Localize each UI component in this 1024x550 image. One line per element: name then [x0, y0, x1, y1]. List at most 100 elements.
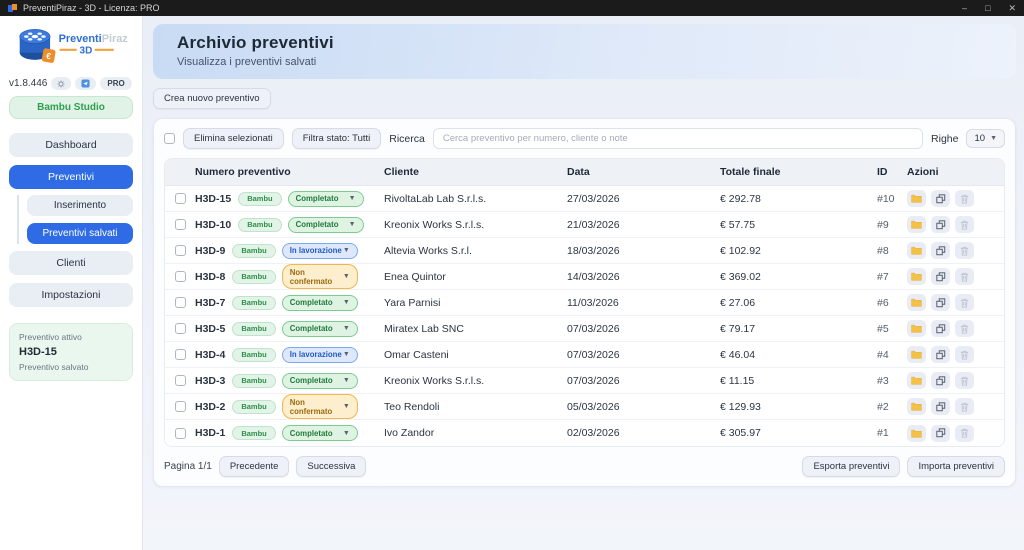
delete-button[interactable] [955, 268, 974, 285]
status-label: In lavorazione [290, 246, 342, 255]
row-checkbox[interactable] [175, 297, 186, 308]
quote-number: H3D-15 [195, 193, 231, 205]
status-select[interactable]: Non confermato ▼ [282, 264, 358, 289]
delete-button[interactable] [955, 216, 974, 233]
sidebar-item-inserimento[interactable]: Inserimento [27, 195, 133, 216]
delete-button[interactable] [955, 346, 974, 363]
rows-per-page-select[interactable]: 10 ▼ [966, 129, 1005, 148]
open-folder-button[interactable] [907, 425, 926, 442]
status-select[interactable]: In lavorazione ▼ [282, 347, 358, 363]
next-page-button[interactable]: Successiva [296, 456, 366, 477]
delete-selected-button[interactable]: Elimina selezionati [183, 128, 284, 149]
delete-button[interactable] [955, 190, 974, 207]
table-row: H3D-1 Bambu Completato ▼ Ivo Zandor 02/0… [165, 420, 1004, 446]
status-select[interactable]: Completato ▼ [282, 373, 358, 389]
close-icon[interactable]: ✕ [1008, 3, 1016, 14]
folder-icon [911, 324, 922, 333]
open-folder-button[interactable] [907, 268, 926, 285]
open-folder-button[interactable] [907, 294, 926, 311]
delete-button[interactable] [955, 398, 974, 415]
total-cell: € 369.02 [720, 271, 877, 283]
page-title: Archivio preventivi [177, 33, 992, 53]
status-select[interactable]: Completato ▼ [282, 321, 358, 337]
search-input[interactable] [433, 128, 923, 149]
copy-icon [936, 194, 946, 204]
client-cell: Yara Parnisi [384, 297, 567, 309]
maximize-icon[interactable]: □ [985, 3, 990, 14]
duplicate-button[interactable] [931, 398, 950, 415]
status-select[interactable]: Non confermato ▼ [282, 394, 358, 419]
minimize-icon[interactable]: – [962, 3, 967, 14]
open-folder-button[interactable] [907, 372, 926, 389]
telegram-app-button[interactable] [75, 77, 96, 90]
sidebar-item-preventivi-salvati[interactable]: Preventivi salvati [27, 223, 133, 244]
export-quotes-button[interactable]: Esporta preventivi [802, 456, 900, 477]
client-cell: Ivo Zandor [384, 427, 567, 439]
sidebar-item-dashboard[interactable]: Dashboard [9, 133, 133, 157]
delete-button[interactable] [955, 372, 974, 389]
duplicate-button[interactable] [931, 216, 950, 233]
quote-number: H3D-9 [195, 245, 225, 257]
duplicate-button[interactable] [931, 294, 950, 311]
sidebar-item-clienti[interactable]: Clienti [9, 251, 133, 275]
row-checkbox[interactable] [175, 428, 186, 439]
bambu-studio-button[interactable]: Bambu Studio [9, 96, 133, 119]
trash-icon [960, 402, 969, 412]
open-folder-button[interactable] [907, 190, 926, 207]
total-cell: € 102.92 [720, 245, 877, 257]
sidebar-item-preventivi[interactable]: Preventivi [9, 165, 133, 189]
row-checkbox[interactable] [175, 375, 186, 386]
archive-card: Elimina selezionati Filtra stato: Tutti … [153, 118, 1016, 487]
sidebar-item-impostazioni[interactable]: Impostazioni [9, 283, 133, 307]
duplicate-button[interactable] [931, 372, 950, 389]
printer-badge: Bambu [232, 270, 275, 284]
row-checkbox[interactable] [175, 193, 186, 204]
total-cell: € 129.93 [720, 401, 877, 413]
settings-gear-button[interactable] [51, 77, 71, 90]
open-folder-button[interactable] [907, 398, 926, 415]
duplicate-button[interactable] [931, 268, 950, 285]
status-select[interactable]: Completato ▼ [288, 217, 364, 233]
id-cell: #9 [877, 219, 907, 231]
status-select[interactable]: Completato ▼ [282, 295, 358, 311]
total-cell: € 292.78 [720, 193, 877, 205]
row-checkbox[interactable] [175, 401, 186, 412]
duplicate-button[interactable] [931, 242, 950, 259]
id-cell: #7 [877, 271, 907, 283]
delete-button[interactable] [955, 320, 974, 337]
import-quotes-button[interactable]: Importa preventivi [907, 456, 1005, 477]
open-folder-button[interactable] [907, 216, 926, 233]
printer-badge: Bambu [232, 400, 275, 414]
duplicate-button[interactable] [931, 346, 950, 363]
create-quote-button[interactable]: Crea nuovo preventivo [153, 88, 271, 109]
row-checkbox[interactable] [175, 271, 186, 282]
row-checkbox[interactable] [175, 349, 186, 360]
date-cell: 27/03/2026 [567, 193, 720, 205]
status-select[interactable]: Completato ▼ [282, 425, 358, 441]
duplicate-button[interactable] [931, 190, 950, 207]
open-folder-button[interactable] [907, 242, 926, 259]
delete-button[interactable] [955, 242, 974, 259]
filter-status-button[interactable]: Filtra stato: Tutti [292, 128, 382, 149]
active-quote-number: H3D-15 [19, 346, 123, 358]
status-select[interactable]: In lavorazione ▼ [282, 243, 358, 259]
status-label: Completato [290, 324, 333, 333]
printer-badge: Bambu [232, 322, 275, 336]
col-id: ID [877, 159, 907, 185]
quote-number: H3D-4 [195, 349, 225, 361]
select-all-checkbox[interactable] [164, 133, 175, 144]
row-checkbox[interactable] [175, 219, 186, 230]
delete-button[interactable] [955, 294, 974, 311]
row-checkbox[interactable] [175, 245, 186, 256]
table-row: H3D-9 Bambu In lavorazione ▼ Altevia Wor… [165, 238, 1004, 264]
duplicate-button[interactable] [931, 320, 950, 337]
duplicate-button[interactable] [931, 425, 950, 442]
status-select[interactable]: Completato ▼ [288, 191, 364, 207]
prev-page-button[interactable]: Precedente [219, 456, 290, 477]
open-folder-button[interactable] [907, 320, 926, 337]
open-folder-button[interactable] [907, 346, 926, 363]
table-body: H3D-15 Bambu Completato ▼ RivoltaLab Lab… [165, 186, 1004, 446]
date-cell: 14/03/2026 [567, 271, 720, 283]
delete-button[interactable] [955, 425, 974, 442]
row-checkbox[interactable] [175, 323, 186, 334]
